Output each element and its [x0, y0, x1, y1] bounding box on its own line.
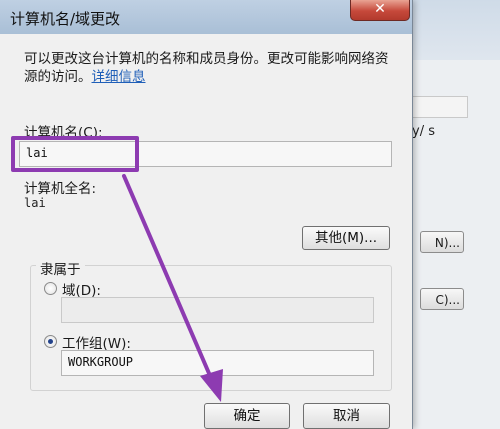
title-bar: 计算机名/域更改 ✕ — [0, 0, 412, 34]
ok-button[interactable]: 确定 — [204, 403, 290, 429]
dialog-title: 计算机名/域更改 — [10, 10, 121, 28]
full-name-value: lai — [24, 196, 46, 210]
description-text: 可以更改这台计算机的名称和成员身份。更改可能影响网络资源的访问。详细信息 — [24, 50, 394, 86]
workgroup-radio[interactable] — [44, 335, 57, 348]
member-of-label: 隶属于 — [36, 258, 85, 278]
full-name-label: 计算机全名: — [24, 181, 97, 197]
close-button[interactable]: ✕ — [350, 0, 410, 21]
other-button[interactable]: 其他(M)... — [302, 226, 390, 250]
description-body: 可以更改这台计算机的名称和成员身份。更改可能影响网络资源的访问。 — [24, 51, 389, 85]
annotation-highlight-box — [11, 136, 139, 172]
domain-input[interactable] — [61, 297, 374, 323]
domain-label: 域(D): — [62, 283, 101, 299]
background-window-button-1[interactable]: N)... — [420, 231, 464, 253]
close-icon: ✕ — [374, 1, 386, 17]
background-window-text: y/ s — [412, 124, 435, 139]
workgroup-input[interactable]: WORKGROUP — [61, 350, 374, 376]
domain-radio[interactable] — [44, 282, 57, 295]
background-window-button-2[interactable]: C)... — [420, 288, 464, 310]
cancel-button[interactable]: 取消 — [303, 403, 390, 429]
details-link[interactable]: 详细信息 — [92, 69, 146, 85]
workgroup-label: 工作组(W): — [62, 336, 131, 352]
